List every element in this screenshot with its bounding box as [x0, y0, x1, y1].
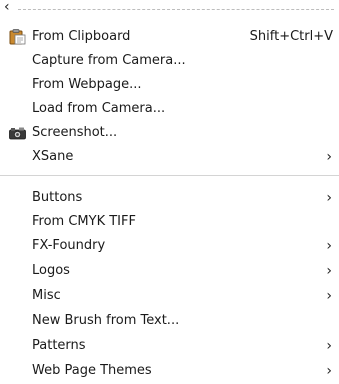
menu-item-label: XSane	[32, 149, 74, 164]
submenu-arrow-icon: ›	[326, 288, 332, 304]
menu-item-label: From Clipboard	[32, 29, 131, 44]
menu-item-load-from-camera[interactable]: Load from Camera...	[0, 97, 339, 121]
tearoff-line[interactable]	[18, 9, 334, 10]
menu-item-misc[interactable]: Misc ›	[0, 284, 339, 308]
submenu-arrow-icon: ›	[326, 363, 332, 379]
menu-item-label: FX-Foundry	[32, 238, 106, 253]
submenu-arrow-icon: ›	[326, 238, 332, 254]
shortcut-label: Shift+Ctrl+V	[249, 29, 333, 44]
menu-item-label: Patterns	[32, 338, 86, 353]
submenu-arrow-icon: ›	[326, 149, 332, 165]
menu-item-buttons[interactable]: Buttons ›	[0, 186, 339, 210]
menu-item-from-clipboard[interactable]: From Clipboard Shift+Ctrl+V	[0, 25, 339, 49]
menu-item-fx-foundry[interactable]: FX-Foundry ›	[0, 234, 339, 258]
menu-item-new-brush-from-text[interactable]: New Brush from Text...	[0, 309, 339, 333]
menu-item-capture-from-camera[interactable]: Capture from Camera...	[0, 49, 339, 73]
menu-item-label: Misc	[32, 288, 61, 303]
menu-item-label: Buttons	[32, 190, 83, 205]
menu-item-label: Web Page Themes	[32, 363, 152, 378]
submenu-arrow-icon: ›	[326, 190, 332, 206]
menu-item-from-webpage[interactable]: From Webpage...	[0, 73, 339, 97]
menu-item-label: Load from Camera...	[32, 101, 166, 116]
menu-item-screenshot[interactable]: Screenshot...	[0, 121, 339, 145]
menu-item-label: From CMYK TIFF	[32, 214, 136, 229]
menu-item-label: Logos	[32, 263, 70, 278]
submenu-arrow-icon: ›	[326, 263, 332, 279]
menu-item-web-page-themes[interactable]: Web Page Themes ›	[0, 359, 339, 383]
menu-item-logos[interactable]: Logos ›	[0, 259, 339, 283]
menu-item-from-cmyk-tiff[interactable]: From CMYK TIFF	[0, 210, 339, 234]
camera-icon	[9, 125, 26, 141]
clipboard-paste-icon	[9, 29, 26, 45]
back-arrow-icon[interactable]: ‹	[4, 0, 10, 15]
menu-back-row[interactable]: ‹	[0, 0, 339, 24]
menu-item-label: Screenshot...	[32, 125, 118, 140]
menu-separator	[0, 175, 339, 176]
create-menu: ‹ From Clipboard Shift+Ctrl+V Capture fr…	[0, 0, 339, 384]
menu-item-label: Capture from Camera...	[32, 53, 186, 68]
menu-item-patterns[interactable]: Patterns ›	[0, 334, 339, 358]
menu-item-label: New Brush from Text...	[32, 313, 180, 328]
menu-item-label: From Webpage...	[32, 77, 142, 92]
submenu-arrow-icon: ›	[326, 338, 332, 354]
menu-item-xsane[interactable]: XSane ›	[0, 145, 339, 169]
